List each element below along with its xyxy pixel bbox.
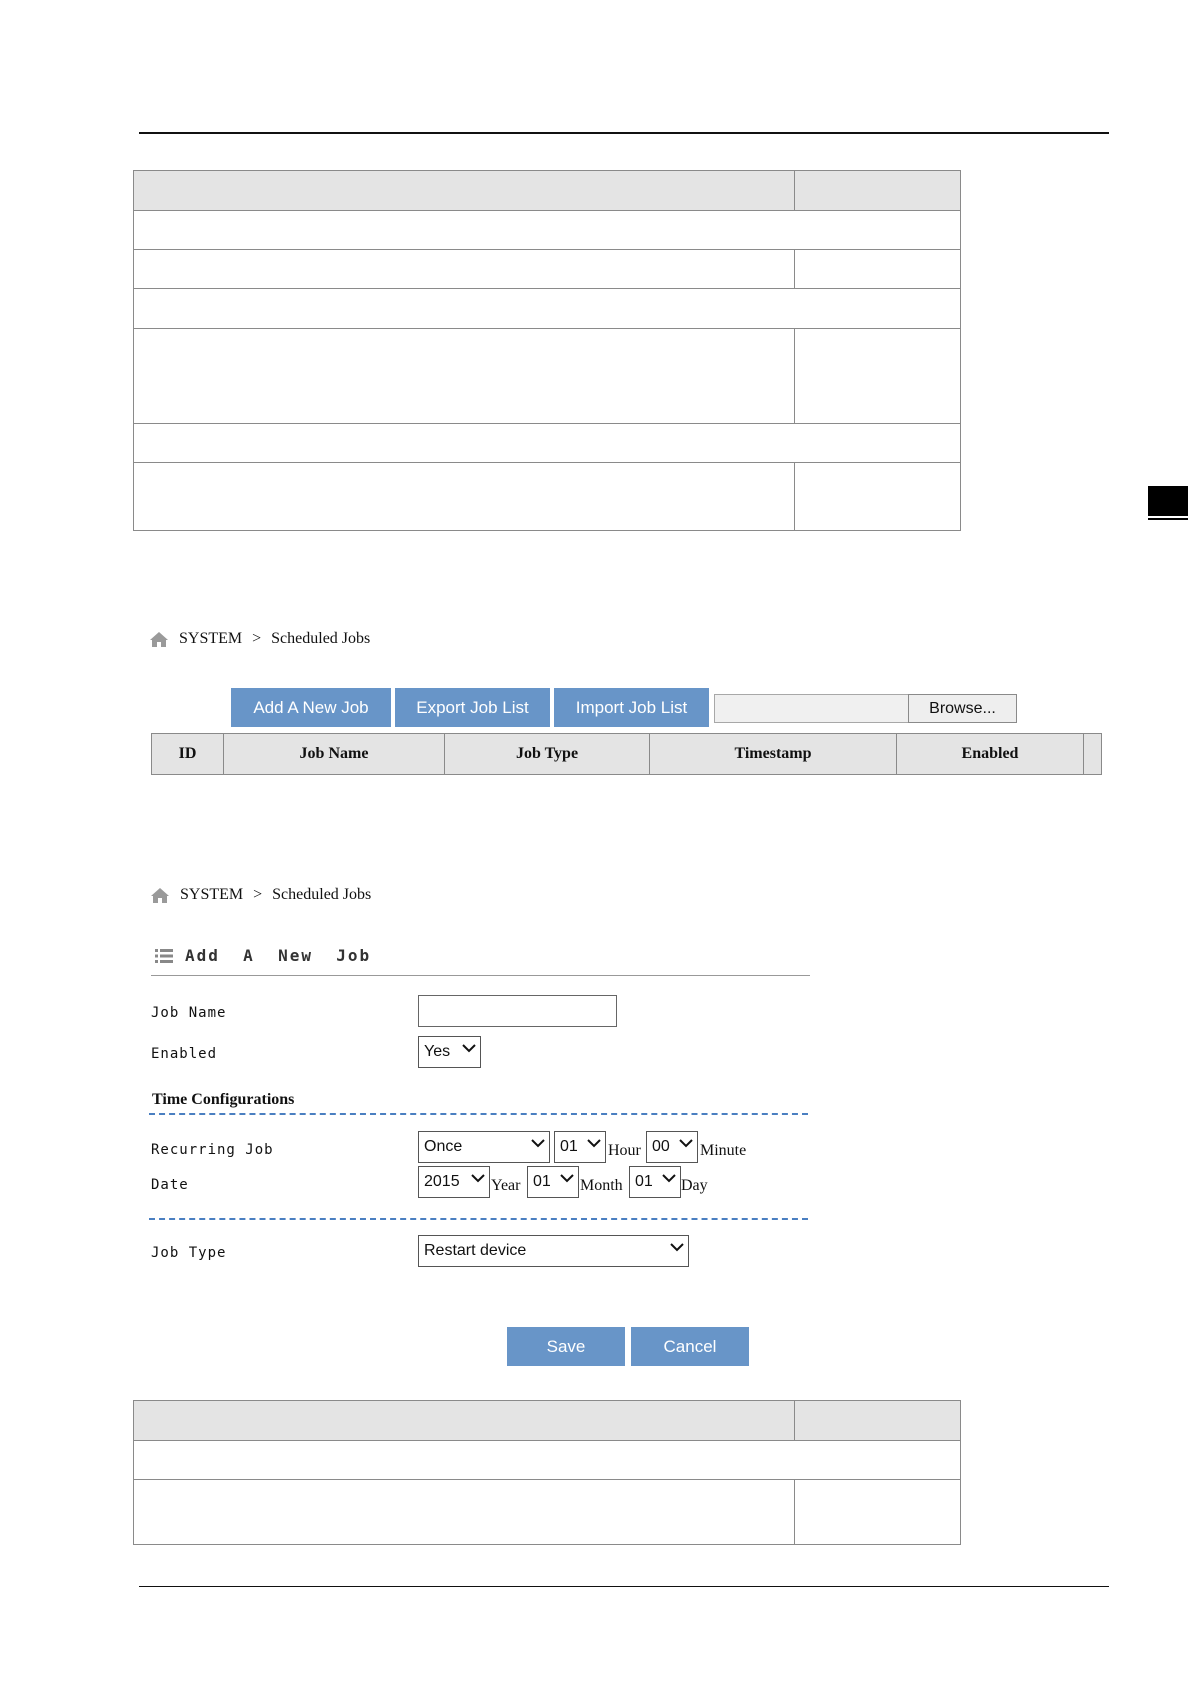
save-button[interactable]: Save [507, 1327, 625, 1366]
side-tab-marker [1148, 486, 1188, 516]
breadcrumb: SYSTEM > Scheduled Jobs [149, 630, 370, 648]
top-table-row [133, 423, 961, 463]
bottom-table-row [133, 1440, 961, 1480]
browse-button[interactable]: Browse... [908, 694, 1017, 723]
chevron-down-icon [471, 1174, 485, 1183]
hour-value: 01 [560, 1138, 578, 1155]
bottom-rule [139, 1586, 1109, 1587]
breadcrumb-separator: > [253, 886, 263, 903]
add-new-job-button[interactable]: Add A New Job [231, 688, 391, 727]
minute-select[interactable]: 00 [646, 1131, 698, 1163]
month-select[interactable]: 01 [527, 1166, 579, 1198]
year-unit: Year [491, 1177, 521, 1194]
date-label: Date [151, 1177, 189, 1193]
breadcrumb-page: Scheduled Jobs [272, 886, 372, 903]
year-value: 2015 [424, 1173, 460, 1190]
job-name-input[interactable] [418, 995, 617, 1027]
month-unit: Month [580, 1177, 623, 1194]
side-tab-underline [1148, 518, 1188, 520]
chevron-down-icon [587, 1139, 601, 1148]
bottom-table-header-right [794, 1400, 961, 1441]
import-job-list-button[interactable]: Import Job List [554, 688, 709, 727]
top-table-row [794, 328, 961, 424]
column-job-type[interactable]: Job Type [445, 734, 650, 774]
top-table-header-right [794, 170, 961, 211]
chevron-down-icon [670, 1243, 684, 1252]
enabled-select-value: Yes [424, 1043, 451, 1060]
add-job-title-rule [151, 975, 810, 976]
chevron-down-icon [560, 1174, 574, 1183]
time-config-title: Time Configurations [152, 1091, 295, 1108]
breadcrumb-separator: > [252, 630, 262, 647]
top-table-row [133, 288, 961, 329]
top-rule [139, 132, 1109, 134]
top-table-header-left [133, 170, 795, 211]
recurring-job-value: Once [424, 1138, 463, 1155]
time-config-bottom-divider [149, 1218, 808, 1220]
month-value: 01 [533, 1173, 551, 1190]
add-job-title: Add A New Job [155, 946, 371, 965]
bottom-table-header-left [133, 1400, 795, 1441]
time-config-top-divider [149, 1113, 808, 1115]
hour-select[interactable]: 01 [554, 1131, 606, 1163]
breadcrumb-page: Scheduled Jobs [271, 630, 371, 647]
top-table-row [133, 328, 795, 424]
export-job-list-button[interactable]: Export Job List [395, 688, 550, 727]
hour-unit: Hour [608, 1142, 641, 1159]
top-table-row [133, 210, 961, 250]
file-path-input[interactable] [714, 694, 909, 723]
breadcrumb-root[interactable]: SYSTEM [180, 886, 243, 904]
chevron-down-icon [462, 1044, 476, 1053]
job-type-select[interactable]: Restart device [418, 1235, 689, 1267]
bottom-table-row [133, 1479, 795, 1545]
column-enabled[interactable]: Enabled [897, 734, 1084, 774]
day-select[interactable]: 01 [629, 1166, 681, 1198]
year-select[interactable]: 2015 [418, 1166, 490, 1198]
job-type-label: Job Type [151, 1245, 227, 1261]
chevron-down-icon [679, 1139, 693, 1148]
recurring-job-select[interactable]: Once [418, 1131, 550, 1163]
chevron-down-icon [531, 1139, 545, 1148]
cancel-button[interactable]: Cancel [631, 1327, 749, 1366]
recurring-job-label: Recurring Job [151, 1142, 274, 1158]
breadcrumb: SYSTEM > Scheduled Jobs [150, 886, 371, 904]
add-job-title-text: Add A New Job [185, 946, 372, 965]
list-icon [155, 948, 173, 963]
top-table-row [133, 462, 795, 531]
minute-value: 00 [652, 1138, 670, 1155]
bottom-table-row [794, 1479, 961, 1545]
column-timestamp[interactable]: Timestamp [650, 734, 897, 774]
top-table-row [133, 249, 795, 289]
column-job-name[interactable]: Job Name [224, 734, 445, 774]
day-value: 01 [635, 1173, 653, 1190]
column-id[interactable]: ID [152, 734, 224, 774]
home-icon [150, 632, 168, 647]
breadcrumb-root[interactable]: SYSTEM [179, 630, 242, 648]
job-list-header: ID Job Name Job Type Timestamp Enabled [151, 733, 1102, 775]
top-table-row [794, 249, 961, 289]
top-table-row [794, 462, 961, 531]
job-name-label: Job Name [151, 1005, 227, 1021]
day-unit: Day [681, 1177, 708, 1194]
enabled-select[interactable]: Yes [418, 1036, 481, 1068]
minute-unit: Minute [700, 1142, 747, 1159]
home-icon [151, 888, 169, 903]
job-type-value: Restart device [424, 1242, 527, 1259]
enabled-label: Enabled [151, 1046, 218, 1062]
chevron-down-icon [662, 1174, 676, 1183]
